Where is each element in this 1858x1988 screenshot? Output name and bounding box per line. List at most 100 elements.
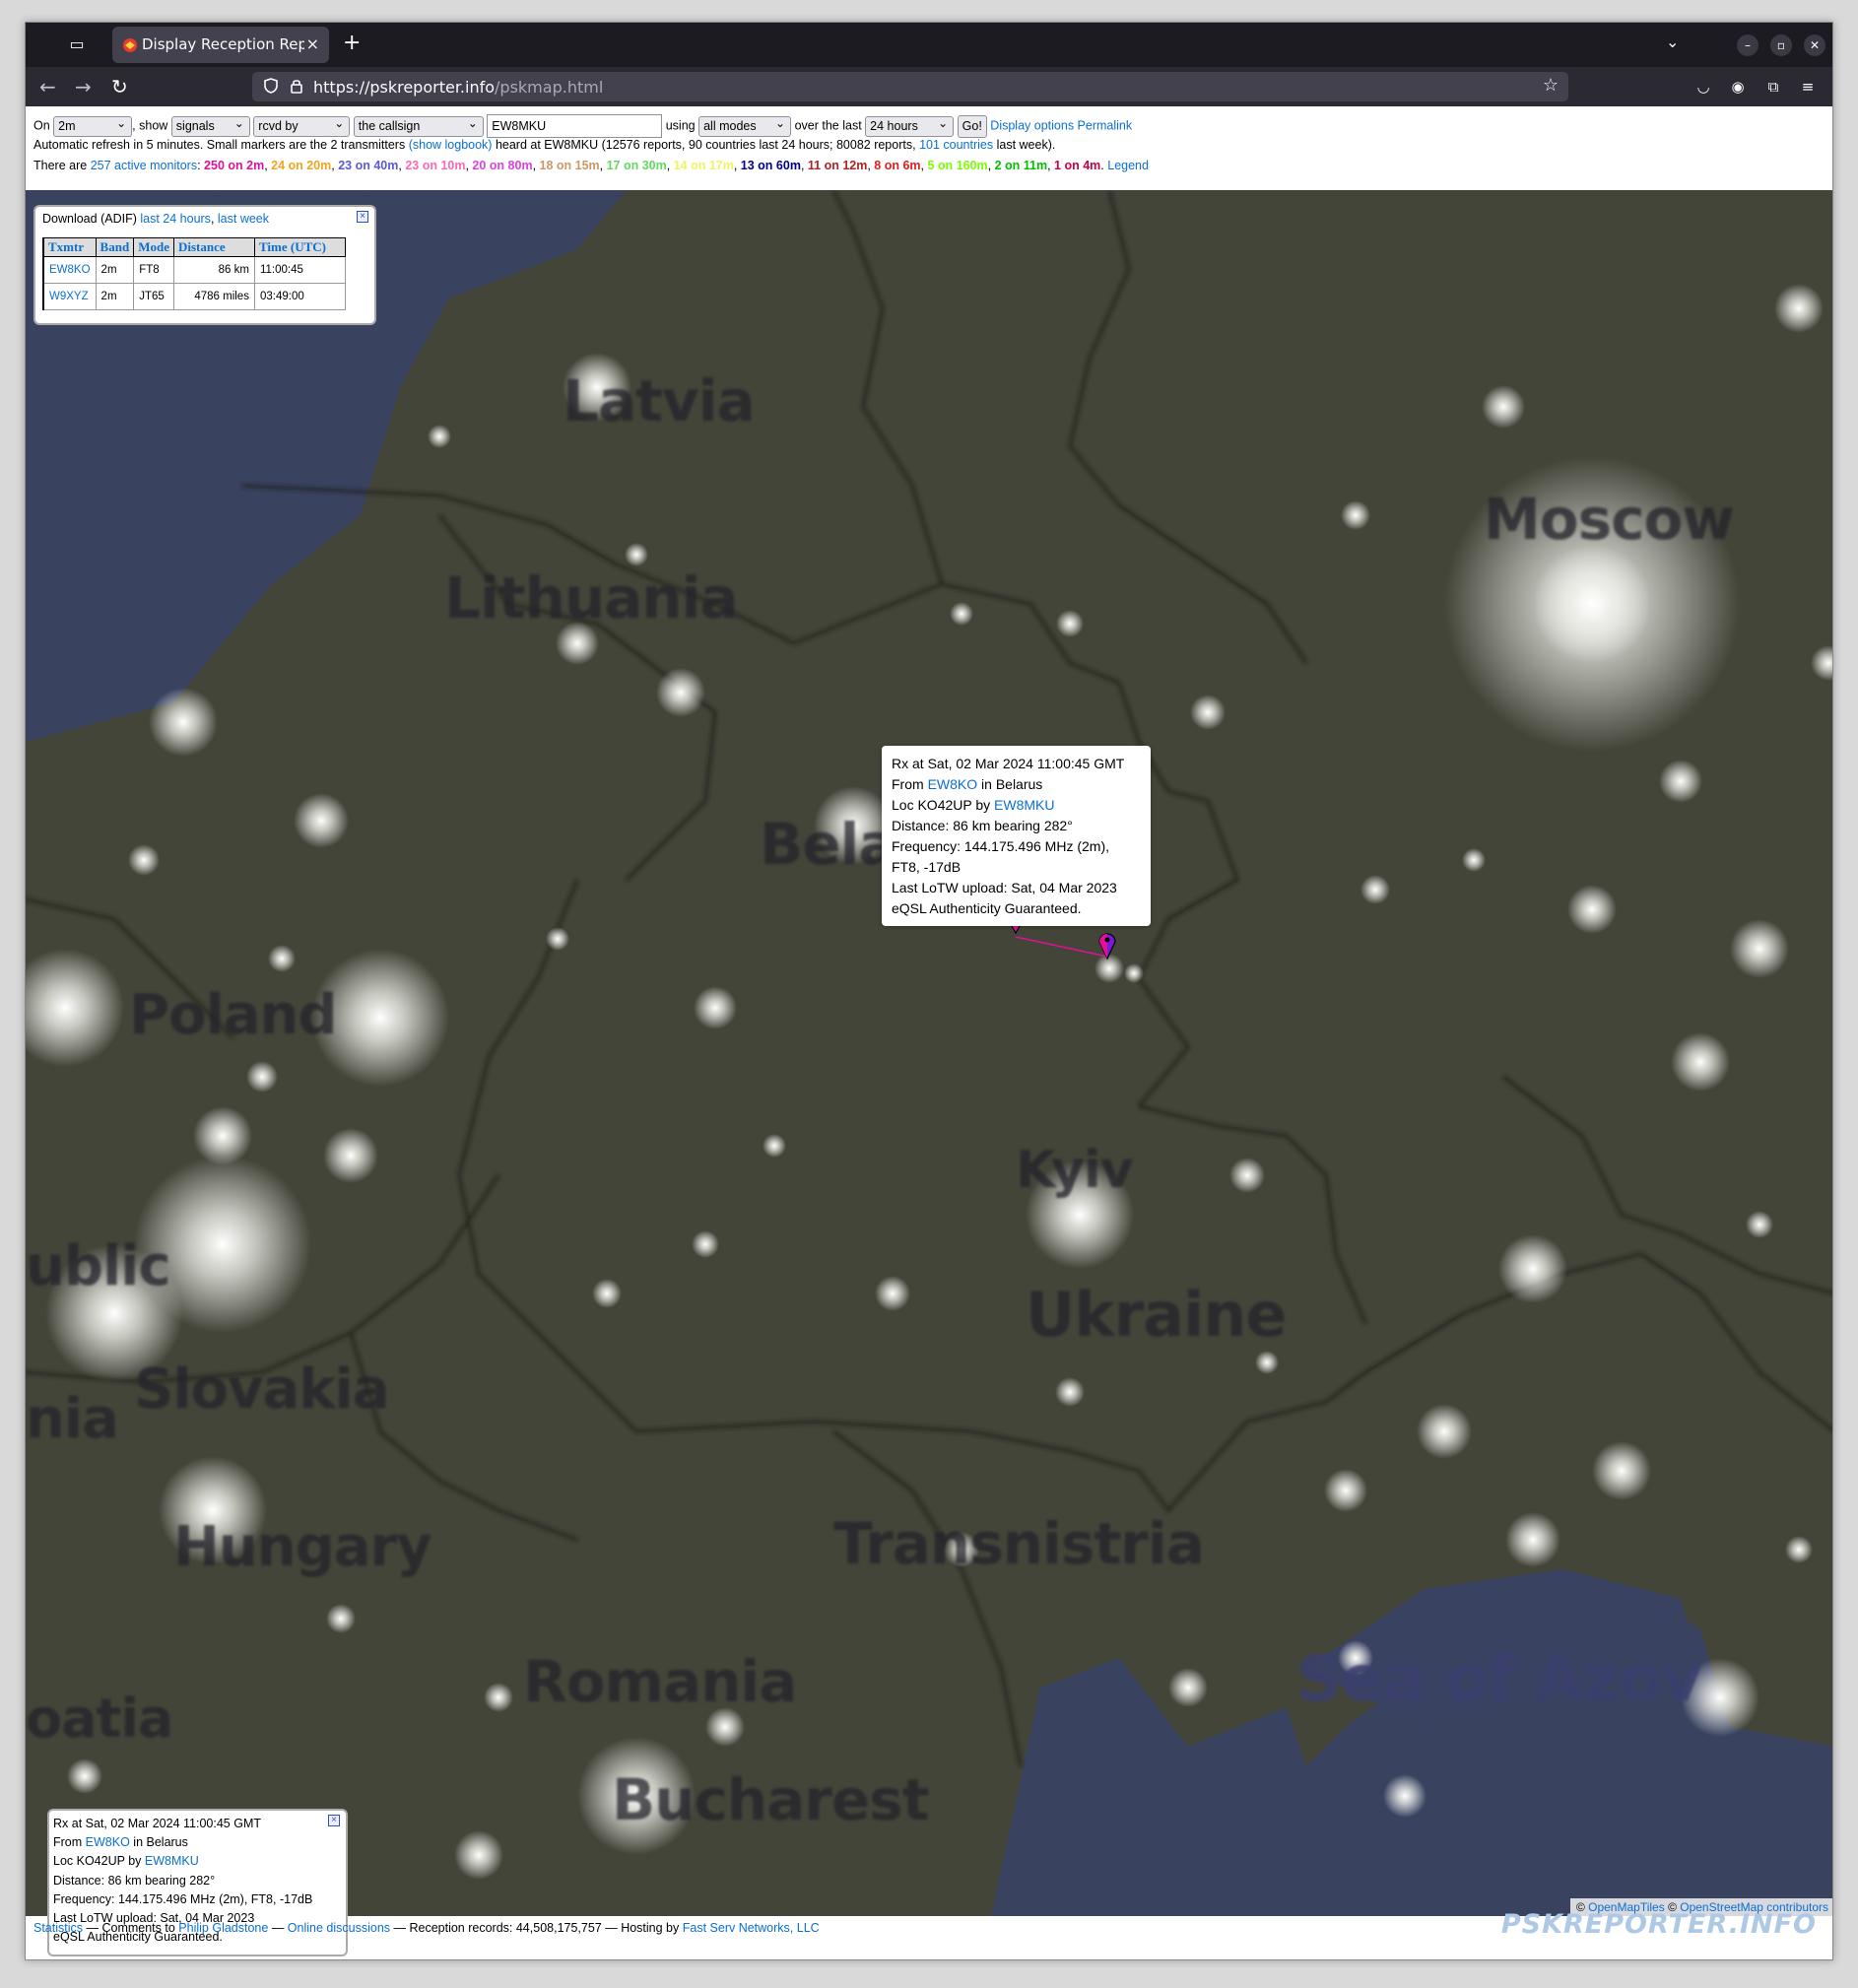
- popup-from-line: From EW8KO in Belarus: [892, 774, 1141, 795]
- forward-arrow-icon[interactable]: →: [75, 75, 92, 99]
- pskreporter-favicon-icon: [123, 38, 137, 52]
- band-count: 23 on 40m: [338, 159, 399, 172]
- col-txmtr-header[interactable]: Txmtr: [41, 237, 97, 257]
- popup-frequency: Frequency: 144.175.496 MHz (2m),: [892, 838, 1109, 854]
- active-monitors-link[interactable]: 257 active monitors: [91, 159, 197, 172]
- receiver-marker-icon[interactable]: [1097, 929, 1117, 961]
- detail-loc-line: Loc KO42UP by EW8MKU: [53, 1852, 342, 1871]
- map[interactable]: Latvia Lithuania Moscow Bela Poland Kyiv…: [26, 190, 1832, 1916]
- pocket-icon[interactable]: ◡: [1693, 77, 1713, 97]
- popup-from-call-link[interactable]: EW8KO: [928, 776, 978, 792]
- detail-frequency: Frequency: 144.175.496 MHz (2m), FT8, -1…: [53, 1891, 313, 1906]
- map-label-bucharest: Bucharest: [612, 1766, 929, 1833]
- tx-call-link[interactable]: W9XYZ: [49, 291, 89, 302]
- back-arrow-icon[interactable]: ←: [39, 75, 56, 99]
- tab-manager-icon[interactable]: ▭: [67, 34, 87, 54]
- map-label-moscow: Moscow: [1484, 486, 1735, 553]
- refresh-text-mid: heard at EW8MKU (12576 reports, 90 count…: [495, 138, 916, 152]
- countries-link[interactable]: 101 countries: [919, 138, 993, 152]
- refresh-text-post: last week).: [996, 138, 1056, 152]
- cell-distance: 4786 miles: [172, 283, 255, 310]
- cell-tx: W9XYZ: [41, 283, 97, 310]
- map-label-left-cut3: nia: [26, 1387, 119, 1451]
- account-icon[interactable]: ◉: [1728, 77, 1748, 97]
- author-link[interactable]: Philip Gladstone: [178, 1921, 268, 1935]
- refresh-row: Automatic refresh in 5 minutes. Small ma…: [33, 135, 1826, 156]
- popup-from-label: From: [892, 776, 924, 792]
- list-all-tabs-chevron-icon[interactable]: ⌄: [1666, 33, 1679, 51]
- statistics-link[interactable]: Statistics: [33, 1921, 83, 1935]
- url-bar[interactable]: https://pskreporter.info/pskmap.html ☆: [252, 72, 1568, 101]
- map-label-latvia: Latvia: [563, 367, 756, 434]
- display-options-link[interactable]: Display options: [990, 118, 1074, 132]
- detail-from-call-link[interactable]: EW8KO: [86, 1835, 130, 1849]
- transmitter-table: Txmtr Band Mode Distance Time (UTC) EW8K…: [41, 237, 346, 310]
- cell-band: 2m: [95, 256, 135, 284]
- map-label-ukraine: Ukraine: [1026, 1279, 1287, 1351]
- table-row: EW8KO 2m FT8 86 km 11:00:45: [41, 256, 346, 284]
- adif-last-24-hours-link[interactable]: last 24 hours: [140, 212, 211, 226]
- lock-icon[interactable]: [288, 77, 305, 95]
- detail-distance: Distance: 86 km bearing 282°: [53, 1873, 216, 1888]
- target-select[interactable]: the callsign: [353, 114, 484, 137]
- extensions-icon[interactable]: ⧉: [1763, 77, 1783, 97]
- detail-rx-time: Rx at Sat, 02 Mar 2024 11:00:45 GMT: [53, 1817, 261, 1830]
- tab-display-reception-report[interactable]: Display Reception Report ×: [112, 27, 329, 63]
- footer-comments: — Comments to: [86, 1921, 175, 1935]
- cell-time: 03:49:00: [253, 283, 346, 310]
- popup-loc-call-link[interactable]: EW8MKU: [994, 797, 1054, 813]
- monitors-pre: There are: [33, 159, 88, 172]
- minimize-icon[interactable]: –: [1737, 34, 1758, 56]
- close-detail-panel-icon[interactable]: ×: [328, 1815, 340, 1826]
- cell-distance: 86 km: [172, 256, 255, 284]
- tab-close-icon[interactable]: ×: [306, 34, 319, 53]
- permalink-link[interactable]: Permalink: [1078, 118, 1133, 132]
- show-logbook-link[interactable]: (show logbook): [409, 138, 493, 152]
- monitors-colon: :: [197, 159, 201, 172]
- pskreporter-logo: PSKREPORTER.INFO: [1500, 1909, 1817, 1940]
- detail-loc-call-link[interactable]: EW8MKU: [145, 1854, 199, 1868]
- bookmark-star-icon[interactable]: ☆: [1543, 75, 1559, 96]
- band-count: 20 on 80m: [472, 159, 533, 172]
- col-band-header[interactable]: Band: [95, 237, 135, 257]
- band-count: 250 on 2m: [204, 159, 265, 172]
- cell-band: 2m: [95, 283, 135, 310]
- footer: Statistics — Comments to Philip Gladston…: [33, 1921, 820, 1935]
- direction-select[interactable]: rcvd by: [253, 114, 351, 137]
- col-mode-header[interactable]: Mode: [133, 237, 174, 257]
- adif-last-week-link[interactable]: last week: [218, 212, 269, 226]
- map-label-lithuania: Lithuania: [444, 564, 739, 631]
- hosting-link[interactable]: Fast Serv Networks, LLC: [683, 1921, 820, 1935]
- band-count: 1 on 4m: [1054, 159, 1101, 172]
- popup-distance: Distance: 86 km bearing 282°: [892, 818, 1073, 833]
- popup-lotw: Last LoTW upload: Sat, 04 Mar 2023: [892, 880, 1117, 895]
- detail-from-country: in Belarus: [133, 1835, 188, 1850]
- reload-icon[interactable]: ↻: [111, 75, 128, 99]
- detail-loc-label: Loc KO42UP by: [53, 1854, 142, 1869]
- propagation-path: [1015, 936, 1108, 958]
- band-count: 24 on 20m: [271, 159, 332, 172]
- close-window-icon[interactable]: ✕: [1804, 34, 1825, 56]
- legend-link[interactable]: Legend: [1107, 159, 1149, 172]
- map-label-poland: Poland: [129, 983, 337, 1047]
- online-discussions-link[interactable]: Online discussions: [288, 1921, 390, 1935]
- show-select[interactable]: signals: [170, 114, 250, 137]
- period-select[interactable]: 24 hours: [865, 114, 955, 137]
- url-host: https://pskreporter.info: [313, 78, 496, 97]
- mode-select[interactable]: all modes: [698, 114, 792, 137]
- band-select[interactable]: 2m: [53, 114, 133, 137]
- url-text[interactable]: https://pskreporter.info/pskmap.html: [313, 78, 603, 97]
- map-label-transnistria: Transnistria: [833, 1510, 1205, 1577]
- show-label: , show: [132, 118, 168, 133]
- new-tab-button[interactable]: +: [343, 31, 361, 55]
- tracking-protection-shield-icon[interactable]: [262, 77, 280, 95]
- maximize-icon[interactable]: ▫: [1770, 34, 1792, 56]
- col-distance-header[interactable]: Distance: [172, 237, 255, 257]
- popup-eqsl: eQSL Authenticity Guaranteed.: [892, 900, 1082, 916]
- tx-call-link[interactable]: EW8KO: [49, 264, 91, 276]
- col-time-header[interactable]: Time (UTC): [253, 237, 346, 257]
- menu-hamburger-icon[interactable]: ≡: [1798, 77, 1818, 97]
- map-label-romania: Romania: [523, 1648, 797, 1715]
- close-adif-panel-icon[interactable]: ×: [357, 211, 368, 223]
- detail-from-label: From: [53, 1835, 83, 1850]
